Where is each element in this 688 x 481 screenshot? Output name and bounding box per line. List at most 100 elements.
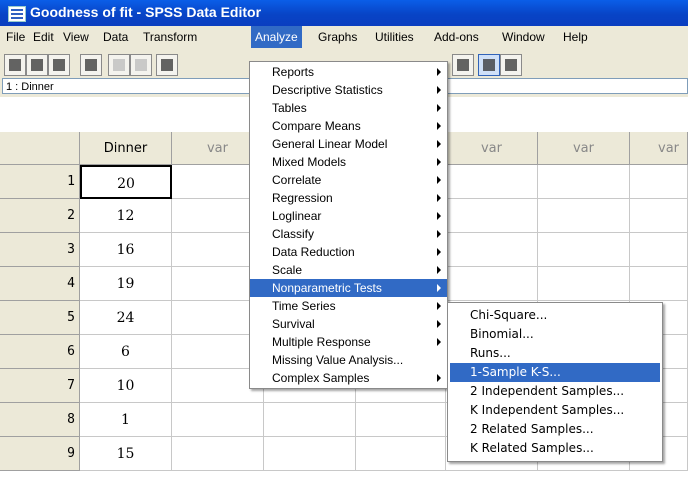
submenu-arrow-icon xyxy=(437,158,441,166)
empty-cell[interactable] xyxy=(538,165,630,199)
analyze-menu-item[interactable]: Compare Means xyxy=(250,117,447,135)
analyze-menu-item[interactable]: Time Series xyxy=(250,297,447,315)
row-header[interactable]: 7 xyxy=(0,369,80,403)
redo-icon[interactable] xyxy=(130,54,152,76)
column-header-dinner[interactable]: Dinner xyxy=(80,132,172,165)
menu-file[interactable]: File xyxy=(6,30,25,44)
nonparametric-menu-item[interactable]: Runs... xyxy=(450,344,660,363)
dinner-cell[interactable]: 16 xyxy=(80,233,172,267)
dinner-cell[interactable]: 10 xyxy=(80,369,172,403)
row-header[interactable]: 6 xyxy=(0,335,80,369)
analyze-menu-item[interactable]: Mixed Models xyxy=(250,153,447,171)
nonparametric-menu-item[interactable]: K Related Samples... xyxy=(450,439,660,458)
nonparametric-menu-item[interactable]: Chi-Square... xyxy=(450,306,660,325)
row-header[interactable]: 4 xyxy=(0,267,80,301)
print-icon[interactable] xyxy=(48,54,70,76)
analyze-menu-item[interactable]: Descriptive Statistics xyxy=(250,81,447,99)
nonparametric-menu-item[interactable]: K Independent Samples... xyxy=(450,401,660,420)
window-title: Goodness of fit - SPSS Data Editor xyxy=(30,4,262,20)
menu-item-label: Nonparametric Tests xyxy=(272,281,382,295)
dinner-cell[interactable]: 20 xyxy=(80,165,172,199)
empty-cell[interactable] xyxy=(446,233,538,267)
submenu-arrow-icon xyxy=(437,176,441,184)
spreadsheet-icon xyxy=(8,6,26,22)
analyze-menu-item[interactable]: Missing Value Analysis... xyxy=(250,351,447,369)
column-header-var[interactable]: var xyxy=(630,132,688,165)
empty-cell[interactable] xyxy=(630,165,688,199)
row-header[interactable]: 9 xyxy=(0,437,80,471)
analyze-menu-item[interactable]: Loglinear xyxy=(250,207,447,225)
empty-cell[interactable] xyxy=(538,233,630,267)
menu-item-label: Time Series xyxy=(272,299,336,313)
dialog-recall-icon[interactable] xyxy=(80,54,102,76)
dinner-cell[interactable]: 24 xyxy=(80,301,172,335)
row-header[interactable]: 3 xyxy=(0,233,80,267)
column-header-var[interactable]: var xyxy=(446,132,538,165)
weight-cases-icon[interactable] xyxy=(478,54,500,76)
dinner-cell[interactable]: 12 xyxy=(80,199,172,233)
analyze-menu-item[interactable]: Nonparametric Tests xyxy=(250,279,447,297)
menu-graphs[interactable]: Graphs xyxy=(318,30,357,44)
row-header[interactable]: 5 xyxy=(0,301,80,335)
open-folder-icon[interactable] xyxy=(4,54,26,76)
analyze-menu-item[interactable]: Correlate xyxy=(250,171,447,189)
split-file-icon[interactable] xyxy=(452,54,474,76)
submenu-arrow-icon xyxy=(437,212,441,220)
submenu-arrow-icon xyxy=(437,374,441,382)
empty-cell[interactable] xyxy=(630,233,688,267)
dinner-cell[interactable]: 19 xyxy=(80,267,172,301)
analyze-menu-item[interactable]: Data Reduction xyxy=(250,243,447,261)
analyze-menu-item[interactable]: Scale xyxy=(250,261,447,279)
save-icon[interactable] xyxy=(26,54,48,76)
submenu-arrow-icon xyxy=(437,320,441,328)
dinner-cell[interactable]: 6 xyxy=(80,335,172,369)
submenu-arrow-icon xyxy=(437,248,441,256)
nonparametric-menu-item[interactable]: 2 Related Samples... xyxy=(450,420,660,439)
menu-analyze[interactable]: Analyze xyxy=(251,26,302,48)
menu-window[interactable]: Window xyxy=(502,30,545,44)
analyze-menu-item[interactable]: Classify xyxy=(250,225,447,243)
analyze-menu-item[interactable]: Multiple Response xyxy=(250,333,447,351)
column-header-var[interactable]: var xyxy=(538,132,630,165)
empty-cell[interactable] xyxy=(356,437,446,471)
use-sets-icon[interactable] xyxy=(500,54,522,76)
goto-chart-icon[interactable] xyxy=(156,54,178,76)
row-header[interactable]: 8 xyxy=(0,403,80,437)
menu-item-label: Correlate xyxy=(272,173,322,187)
menu-utilities[interactable]: Utilities xyxy=(375,30,414,44)
empty-cell[interactable] xyxy=(446,199,538,233)
menu-view[interactable]: View xyxy=(63,30,89,44)
nonparametric-menu-item[interactable]: Binomial... xyxy=(450,325,660,344)
empty-cell[interactable] xyxy=(630,199,688,233)
menu-transform[interactable]: Transform xyxy=(143,30,197,44)
empty-cell[interactable] xyxy=(538,199,630,233)
analyze-menu-item[interactable]: General Linear Model xyxy=(250,135,447,153)
nonparametric-menu-item[interactable]: 1-Sample K-S... xyxy=(450,363,660,382)
empty-cell[interactable] xyxy=(264,403,356,437)
submenu-arrow-icon xyxy=(437,284,441,292)
analyze-menu-item[interactable]: Regression xyxy=(250,189,447,207)
empty-cell[interactable] xyxy=(446,267,538,301)
dinner-cell[interactable]: 1 xyxy=(80,403,172,437)
empty-cell[interactable] xyxy=(172,403,264,437)
dinner-cell[interactable]: 15 xyxy=(80,437,172,471)
empty-cell[interactable] xyxy=(538,267,630,301)
row-header[interactable]: 2 xyxy=(0,199,80,233)
menu-edit[interactable]: Edit xyxy=(33,30,54,44)
analyze-menu-item[interactable]: Reports xyxy=(250,63,447,81)
menu-addons[interactable]: Add-ons xyxy=(434,30,479,44)
empty-cell[interactable] xyxy=(172,437,264,471)
menu-item-label: General Linear Model xyxy=(272,137,388,151)
row-header[interactable]: 1 xyxy=(0,165,80,199)
empty-cell[interactable] xyxy=(356,403,446,437)
analyze-menu-item[interactable]: Complex Samples xyxy=(250,369,447,387)
empty-cell[interactable] xyxy=(630,267,688,301)
menu-help[interactable]: Help xyxy=(563,30,588,44)
undo-icon[interactable] xyxy=(108,54,130,76)
nonparametric-menu-item[interactable]: 2 Independent Samples... xyxy=(450,382,660,401)
analyze-menu-item[interactable]: Survival xyxy=(250,315,447,333)
menu-data[interactable]: Data xyxy=(103,30,128,44)
analyze-menu-item[interactable]: Tables xyxy=(250,99,447,117)
empty-cell[interactable] xyxy=(446,165,538,199)
empty-cell[interactable] xyxy=(264,437,356,471)
